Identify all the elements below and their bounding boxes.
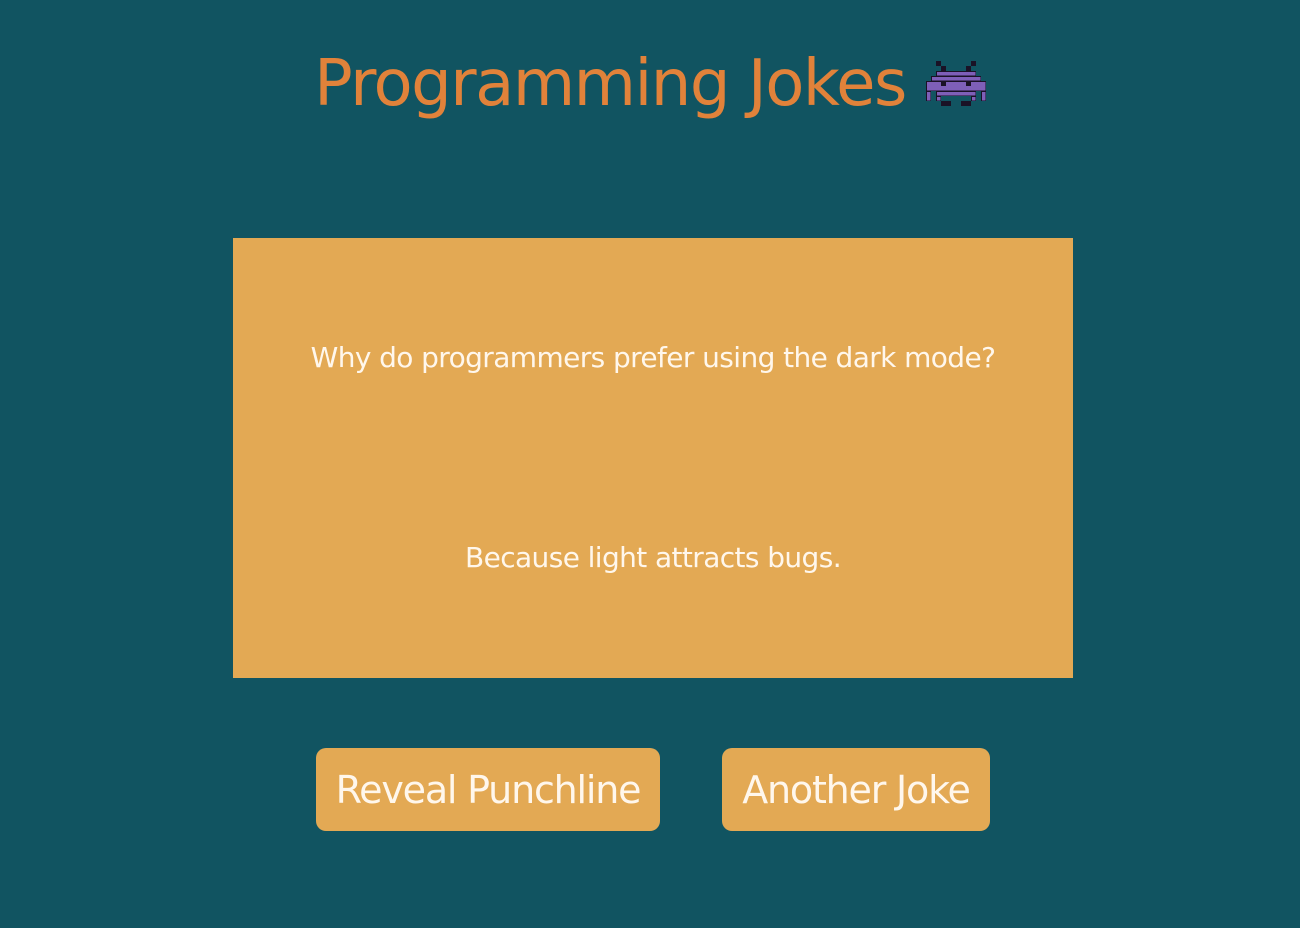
joke-punchline: Because light attracts bugs. bbox=[464, 541, 842, 574]
joke-app: Programming Jokes Why do programmers pre… bbox=[0, 0, 1300, 928]
another-joke-button[interactable]: Another Joke bbox=[722, 748, 990, 831]
reveal-punchline-button[interactable]: Reveal Punchline bbox=[316, 748, 660, 831]
joke-setup: Why do programmers prefer using the dark… bbox=[310, 341, 996, 374]
alien-monster-icon bbox=[925, 61, 986, 111]
joke-card bbox=[233, 238, 1073, 678]
header: Programming Jokes bbox=[0, 42, 1300, 126]
page-title: Programming Jokes bbox=[314, 47, 907, 121]
